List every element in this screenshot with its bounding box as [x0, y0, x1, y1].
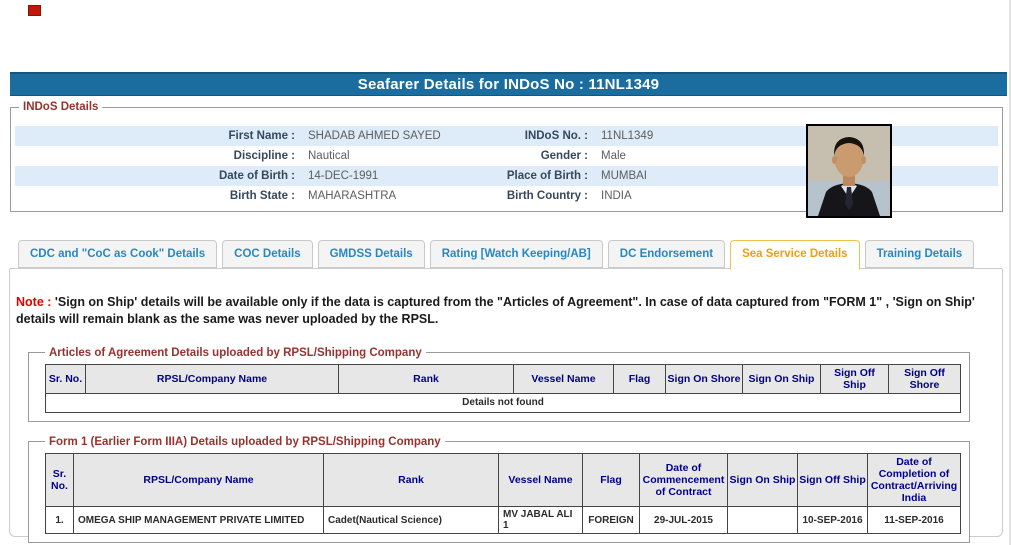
col-rank: Rank — [338, 363, 514, 394]
col-sign-off-shore: Sign Off Shore — [888, 363, 961, 394]
field-value: SHADAB AHMED SAYED — [308, 130, 441, 142]
tab-dc-endorsement[interactable]: DC Endorsement — [607, 240, 726, 268]
col-date-of-commencement: Date of Commencement of Contract — [639, 452, 728, 508]
tab-training-details[interactable]: Training Details — [864, 240, 975, 268]
field-label: First Name : — [228, 130, 295, 142]
col-rpsl-company-name: RPSL/Company Name — [73, 452, 324, 508]
col-rank: Rank — [323, 452, 499, 508]
field-value: 11NL1349 — [601, 130, 654, 142]
col-sign-on-shore: Sign On Shore — [665, 363, 743, 394]
form1-header-row: Sr. No. RPSL/Company Name Rank Vessel Na… — [45, 452, 961, 508]
col-vessel-name: Vessel Name — [513, 363, 614, 394]
seafarer-photo — [806, 124, 892, 218]
tab-gmdss-details[interactable]: GMDSS Details — [317, 240, 425, 268]
details-not-found-message: Details not found — [45, 392, 961, 413]
articles-header-row: Sr. No. RPSL/Company Name Rank Vessel Na… — [45, 363, 961, 394]
articles-legend: Articles of Agreement Details uploaded b… — [49, 346, 422, 359]
page: Seafarer Details for INDoS No : 11NL1349… — [0, 0, 1011, 545]
col-flag: Flag — [613, 363, 666, 394]
field-value: INDIA — [601, 190, 632, 202]
col-rpsl-company-name: RPSL/Company Name — [85, 363, 339, 394]
tab-bar: CDC and "CoC as Cook" Details COC Detail… — [18, 240, 975, 270]
note-prefix: Note : — [16, 295, 52, 309]
col-sr-no: Sr. No. — [45, 452, 74, 508]
col-sign-on-ship: Sign On Ship — [742, 363, 821, 394]
field-label: Birth State : — [229, 190, 295, 202]
col-sr-no: Sr. No. — [45, 363, 86, 394]
field-value: Nautical — [308, 150, 350, 162]
cell-date-commencement: 29-JUL-2015 — [639, 506, 728, 535]
tab-rating-watch-keeping-ab[interactable]: Rating [Watch Keeping/AB] — [429, 240, 603, 268]
page-title: Seafarer Details for INDoS No : 11NL1349 — [10, 72, 1007, 96]
cell-rank: Cadet(Nautical Science) — [323, 506, 499, 535]
cell-sign-off-ship: 10-SEP-2016 — [797, 506, 868, 535]
field-value: 14-DEC-1991 — [308, 170, 379, 182]
field-label: INDoS No. : — [524, 130, 588, 142]
field-label: Discipline : — [233, 150, 295, 162]
tab-cdc-coc-cook-details[interactable]: CDC and "CoC as Cook" Details — [18, 240, 218, 268]
field-label: Date of Birth : — [218, 170, 295, 182]
indos-details-section: INDoS Details First Name : SHADAB AHMED … — [10, 101, 1003, 218]
seafarer-photo-image — [808, 126, 890, 216]
form1-data-row: 1. OMEGA SHIP MANAGEMENT PRIVATE LIMITED… — [45, 506, 961, 535]
cell-company-name: OMEGA SHIP MANAGEMENT PRIVATE LIMITED — [73, 506, 324, 535]
col-sign-on-ship: Sign On Ship — [727, 452, 798, 508]
cell-flag: FOREIGN — [582, 506, 640, 535]
col-date-of-completion: Date of Completion of Contract/Arriving … — [867, 452, 961, 508]
field-label: Gender : — [540, 150, 588, 162]
field-value: MAHARASHTRA — [308, 190, 397, 202]
cell-date-completion: 11-SEP-2016 — [867, 506, 961, 535]
field-value: Male — [601, 150, 626, 162]
col-sign-off-ship: Sign Off Ship — [797, 452, 868, 508]
note-body: 'Sign on Ship' details will be available… — [16, 295, 975, 326]
articles-empty-row: Details not found — [45, 392, 961, 413]
tab-sea-service-details[interactable]: Sea Service Details — [730, 240, 860, 270]
form1-table: Sr. No. RPSL/Company Name Rank Vessel Na… — [45, 452, 961, 535]
cell-sign-on-ship — [727, 506, 798, 535]
tab-content-panel: Note : 'Sign on Ship' details will be av… — [9, 268, 1003, 544]
cell-sr-no: 1. — [45, 506, 74, 535]
broken-image-icon — [28, 5, 41, 16]
form1-legend: Form 1 (Earlier Form IIIA) Details uploa… — [49, 435, 441, 448]
note-text: Note : 'Sign on Ship' details will be av… — [16, 294, 994, 328]
articles-of-agreement-section: Articles of Agreement Details uploaded b… — [28, 346, 970, 422]
col-flag: Flag — [582, 452, 640, 508]
col-sign-off-ship: Sign Off Ship — [820, 363, 889, 394]
form1-section: Form 1 (Earlier Form IIIA) Details uploa… — [28, 435, 970, 544]
tab-coc-details[interactable]: COC Details — [222, 240, 313, 268]
articles-table: Sr. No. RPSL/Company Name Rank Vessel Na… — [45, 363, 961, 413]
col-vessel-name: Vessel Name — [498, 452, 583, 508]
field-label: Place of Birth : — [506, 170, 588, 182]
field-label: Birth Country : — [506, 190, 588, 202]
indos-details-legend: INDoS Details — [23, 101, 99, 113]
cell-vessel-name: MV JABAL ALI 1 — [498, 506, 583, 535]
field-value: MUMBAI — [601, 170, 647, 182]
